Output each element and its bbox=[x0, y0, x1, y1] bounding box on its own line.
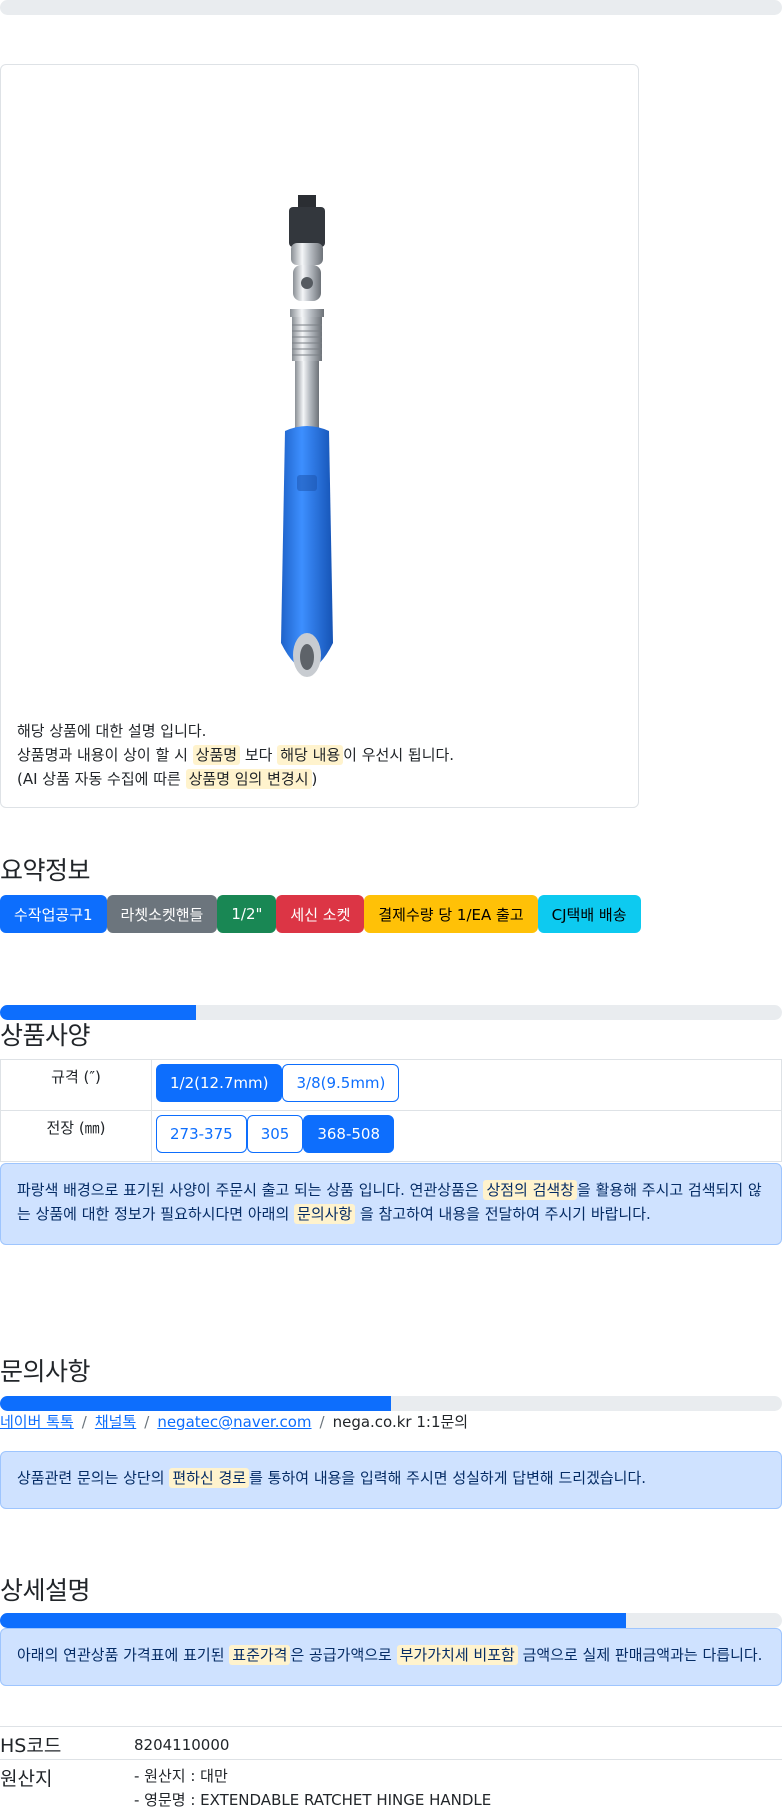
inquiry-notice: 상품관련 문의는 상단의 편하신 경로 를 통하여 내용을 입력해 주시면 성실하… bbox=[0, 1451, 782, 1509]
text-segment: 보다 bbox=[240, 746, 278, 764]
site-inquiry-text: nega.co.kr 1:1문의 bbox=[332, 1413, 469, 1431]
inquiry-progress-bar bbox=[0, 1396, 782, 1411]
spec-row: 전장 (㎜) 273-375 305 368-508 bbox=[0, 1110, 782, 1162]
highlighted-text: 부가가치세 비포함 bbox=[396, 1645, 518, 1665]
text-segment: (AI 상품 자동 수집에 따른 bbox=[17, 770, 186, 788]
summary-badge: CJ택배 배송 bbox=[537, 895, 641, 933]
summary-badge: 결제수량 당 1/EA 출고 bbox=[364, 895, 538, 933]
description-line: 해당 상품에 대한 설명 입니다. bbox=[17, 719, 454, 743]
email-link[interactable]: negatec@naver.com bbox=[157, 1413, 311, 1431]
contact-links: 네이버 톡톡 / 채널톡 / negatec@naver.com / nega.co.kr … bbox=[0, 1411, 468, 1432]
spec-option-button[interactable]: 305 bbox=[246, 1115, 304, 1153]
description-line: 상품명과 내용이 상이 할 시 상품명 보다 해당 내용 이 우선시 됩니다. bbox=[17, 743, 454, 767]
spec-option-button[interactable]: 3/8(9.5mm) bbox=[282, 1064, 400, 1102]
highlighted-text: 상품명 임의 변경시 bbox=[185, 769, 312, 789]
hs-code-label: HS코드 bbox=[0, 1735, 62, 1757]
spec-option-button[interactable]: 1/2(12.7mm) bbox=[156, 1064, 283, 1102]
hs-code-row: HS코드 8204110000 bbox=[0, 1726, 782, 1759]
contact-separator: / bbox=[144, 1413, 150, 1431]
text-segment: 아래의 연관상품 가격표에 표기된 bbox=[17, 1646, 230, 1664]
text-segment: 을 참고하여 내용을 전달하여 주시기 바랍니다. bbox=[355, 1205, 651, 1223]
spec-option-button[interactable]: 273-375 bbox=[156, 1115, 247, 1153]
contact-separator: / bbox=[319, 1413, 325, 1431]
inquiry-progress-fill bbox=[0, 1396, 391, 1411]
text-segment: 금액으로 실제 판매금액과는 다릅니다. bbox=[517, 1646, 763, 1664]
product-card: 해당 상품에 대한 설명 입니다. 상품명과 내용이 상이 할 시 상품명 보다 … bbox=[0, 64, 639, 808]
origin-value: - 원산지 : 대만 - 영문명 : EXTENDABLE RATCHET HI… bbox=[134, 1764, 491, 1808]
spec-options-cell: 273-375 305 368-508 bbox=[151, 1110, 782, 1162]
hs-code-value: 8204110000 bbox=[134, 1736, 230, 1754]
highlighted-text: 편하신 경로 bbox=[169, 1468, 250, 1488]
spec-row: 규격 (″) 1/2(12.7mm) 3/8(9.5mm) bbox=[0, 1059, 782, 1111]
origin-label: 원산지 bbox=[0, 1768, 53, 1790]
spec-table: 규격 (″) 1/2(12.7mm) 3/8(9.5mm) 전장 (㎜) 273-375… bbox=[0, 1059, 782, 1162]
text-segment: 를 통하여 내용을 입력해 주시면 성실하게 답변해 드리겠습니다. bbox=[249, 1469, 647, 1487]
origin-english-name: - 영문명 : EXTENDABLE RATCHET HINGE HANDLE bbox=[134, 1791, 492, 1808]
origin-country: - 원산지 : 대만 bbox=[134, 1767, 228, 1785]
highlighted-text: 상점의 검색창 bbox=[483, 1180, 578, 1200]
spec-label: 전장 (㎜) bbox=[0, 1110, 152, 1162]
ratchet-handle-image bbox=[281, 195, 333, 677]
spec-option-button[interactable]: 368-508 bbox=[303, 1115, 395, 1153]
inquiry-title: 문의사항 bbox=[0, 1357, 91, 1386]
detail-progress-bar bbox=[0, 1613, 782, 1628]
spec-label: 규격 (″) bbox=[0, 1059, 152, 1111]
channel-talk-link[interactable]: 채널톡 bbox=[95, 1413, 136, 1431]
summary-badge: 세신 소켓 bbox=[276, 895, 365, 933]
detail-progress-fill bbox=[0, 1613, 626, 1628]
contact-separator: / bbox=[81, 1413, 87, 1431]
origin-row: 원산지 - 원산지 : 대만 - 영문명 : EXTENDABLE RATCHE… bbox=[0, 1759, 782, 1808]
highlighted-text: 상품명 bbox=[192, 745, 241, 765]
summary-badge: 수작업공구1 bbox=[0, 895, 107, 933]
highlighted-text: 표준가격 bbox=[229, 1645, 291, 1665]
specs-title: 상품사양 bbox=[0, 1021, 91, 1050]
text-segment: 상품관련 문의는 상단의 bbox=[17, 1469, 170, 1487]
summary-title: 요약정보 bbox=[0, 856, 91, 885]
text-segment: 파랑색 배경으로 표기된 사양이 주문시 출고 되는 상품 입니다. 연관상품은 bbox=[17, 1181, 484, 1199]
highlighted-text: 해당 내용 bbox=[277, 745, 344, 765]
description-line: (AI 상품 자동 수집에 따른 상품명 임의 변경시) bbox=[17, 767, 454, 791]
specs-progress-bar bbox=[0, 1005, 782, 1020]
product-description: 해당 상품에 대한 설명 입니다. 상품명과 내용이 상이 할 시 상품명 보다 … bbox=[17, 719, 454, 791]
summary-badge: 1/2" bbox=[217, 895, 277, 933]
text-segment: ) bbox=[311, 770, 318, 788]
highlighted-text: 문의사항 bbox=[294, 1204, 356, 1224]
text-segment: 이 우선시 됩니다. bbox=[343, 746, 455, 764]
text-segment: 상품명과 내용이 상이 할 시 bbox=[17, 746, 193, 764]
naver-talk-link[interactable]: 네이버 톡톡 bbox=[0, 1413, 74, 1431]
top-progress-bar bbox=[0, 0, 782, 15]
text-segment: 은 공급가액으로 bbox=[290, 1646, 397, 1664]
spec-options-cell: 1/2(12.7mm) 3/8(9.5mm) bbox=[151, 1059, 782, 1111]
text-segment: 해당 상품에 대한 설명 입니다. bbox=[17, 722, 207, 740]
detail-title: 상세설명 bbox=[0, 1576, 91, 1605]
detail-notice: 아래의 연관상품 가격표에 표기된 표준가격 은 공급가액으로 부가가치세 비포함… bbox=[0, 1628, 782, 1686]
spec-notice: 파랑색 배경으로 표기된 사양이 주문시 출고 되는 상품 입니다. 연관상품은… bbox=[0, 1163, 782, 1245]
summary-badges: 수작업공구1 라쳇소켓핸들 1/2" 세신 소켓 결제수량 당 1/EA 출고 CJ택배 … bbox=[0, 895, 641, 933]
summary-badge: 라쳇소켓핸들 bbox=[106, 895, 218, 933]
